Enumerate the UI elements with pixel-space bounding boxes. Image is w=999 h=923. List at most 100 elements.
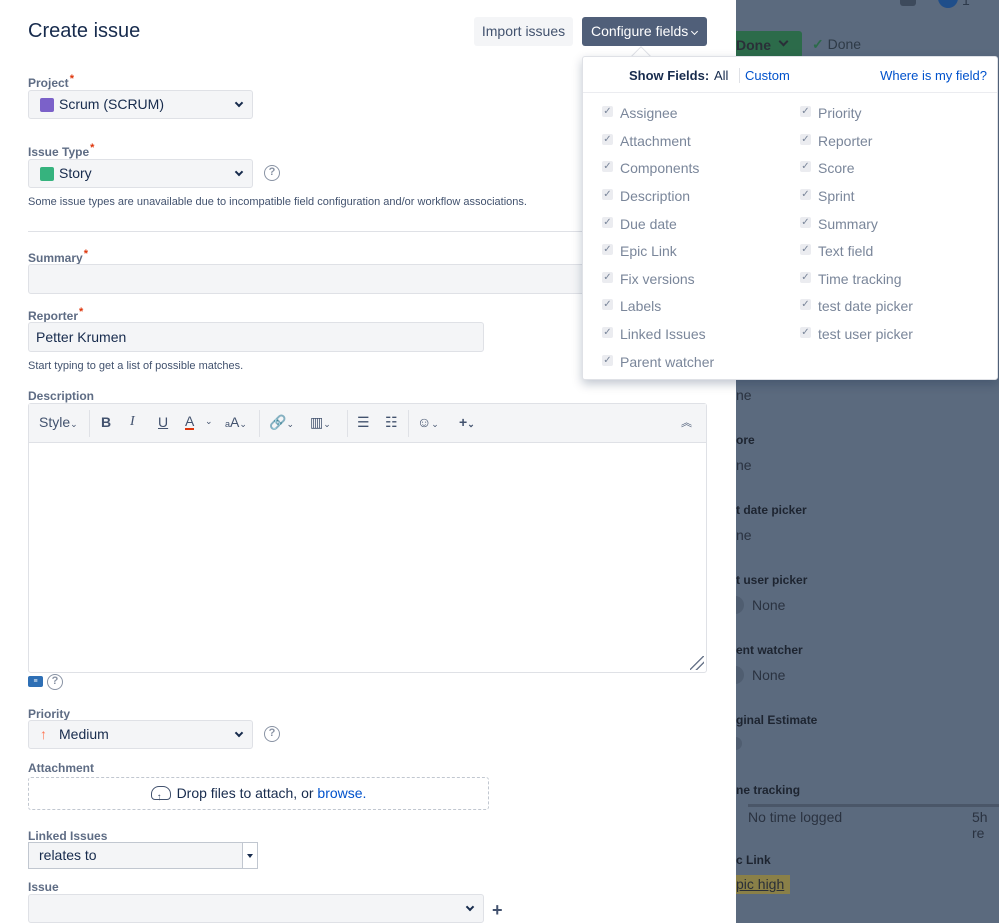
bold-icon[interactable]: B: [101, 414, 111, 430]
underline-icon[interactable]: U: [158, 414, 168, 430]
chevron-down-icon[interactable]: ⌄: [205, 416, 213, 427]
field-option-epic-link[interactable]: ✓ Epic Link: [602, 243, 677, 259]
project-label: Project*: [28, 73, 74, 90]
help-icon[interactable]: ?: [264, 726, 280, 742]
checkbox-checked-icon: ✓: [602, 217, 613, 228]
show-custom-link[interactable]: Custom: [739, 68, 790, 83]
checkbox-checked-icon: ✓: [800, 299, 811, 310]
reporter-label: Reporter*: [28, 306, 84, 323]
field-option-due-date[interactable]: ✓ Due date: [602, 216, 677, 232]
description-label: Description: [28, 389, 95, 403]
emoji-icon[interactable]: ☺⌄: [417, 414, 439, 430]
show-fields-label: Show Fields:: [629, 68, 710, 83]
resize-handle-icon[interactable]: [690, 656, 704, 670]
attachment-icon[interactable]: ▥⌄: [310, 414, 331, 431]
priority-select[interactable]: ↑ Medium: [28, 720, 253, 749]
add-issue-icon[interactable]: +: [492, 900, 503, 921]
link-type-select[interactable]: relates to: [28, 842, 258, 869]
field-option-time-tracking[interactable]: ✓ Time tracking: [800, 271, 902, 287]
checkbox-checked-icon: ✓: [800, 217, 811, 228]
dropdown-arrow-icon[interactable]: [242, 843, 257, 868]
show-all-option[interactable]: All: [714, 68, 728, 83]
link-icon[interactable]: 🔗⌄: [269, 414, 294, 431]
configure-fields-popup: Show Fields: All Custom Where is my fiel…: [582, 56, 998, 380]
checkbox-checked-icon: ✓: [602, 244, 613, 255]
insert-more-icon[interactable]: +⌄: [459, 414, 475, 430]
chevron-down-icon: [234, 728, 244, 738]
reporter-input[interactable]: Petter Krumen: [28, 322, 484, 352]
field-option-linked-issues[interactable]: ✓ Linked Issues: [602, 326, 706, 342]
notification-count: 1: [962, 0, 970, 8]
reporter-hint: Start typing to get a list of possible m…: [28, 360, 244, 372]
bg-field-label: ne tracking: [736, 783, 801, 797]
checkbox-checked-icon: ✓: [800, 189, 811, 200]
wiki-markup-icon[interactable]: ≡: [28, 676, 43, 687]
field-option-text-field[interactable]: ✓ Text field: [800, 243, 873, 259]
checkbox-checked-icon: ✓: [800, 244, 811, 255]
field-option-labels[interactable]: ✓ Labels: [602, 298, 661, 314]
checkbox-checked-icon: ✓: [602, 189, 613, 200]
field-option-reporter[interactable]: ✓ Reporter: [800, 133, 872, 149]
italic-icon[interactable]: I: [130, 414, 135, 430]
bg-field-label: t date picker: [736, 503, 807, 517]
issue-type-select[interactable]: Story: [28, 159, 253, 188]
upload-cloud-icon: [150, 782, 171, 813]
toolbar-separator: [259, 410, 260, 437]
help-icon[interactable]: ?: [47, 674, 63, 690]
checkbox-checked-icon: ✓: [602, 327, 613, 338]
bg-field-label: ore: [736, 433, 755, 447]
priority-value: Medium: [59, 726, 109, 742]
issue-select[interactable]: [28, 894, 484, 923]
configure-fields-button[interactable]: Configure fields: [582, 17, 707, 46]
browse-link[interactable]: browse.: [317, 785, 366, 801]
field-option-score[interactable]: ✓ Score: [800, 160, 855, 176]
field-option-components[interactable]: ✓ Components: [602, 160, 699, 176]
issue-type-label: Issue Type*: [28, 142, 95, 159]
linked-issues-label: Linked Issues: [28, 829, 108, 843]
text-color-icon[interactable]: A: [185, 414, 195, 430]
field-option-test-user-picker[interactable]: ✓ test user picker: [800, 326, 913, 342]
checkbox-checked-icon: ✓: [800, 161, 811, 172]
notification-bell-icon: [900, 0, 916, 6]
field-option-test-date-picker[interactable]: ✓ test date picker: [800, 298, 913, 314]
priority-label: Priority: [28, 707, 71, 721]
field-option-summary[interactable]: ✓ Summary: [800, 216, 878, 232]
bg-field-value: None: [752, 597, 786, 613]
summary-input[interactable]: [28, 264, 588, 294]
issue-type-value: Story: [59, 165, 92, 181]
bg-field-value: ne: [736, 457, 752, 473]
field-option-description[interactable]: ✓ Description: [602, 188, 690, 204]
divider: [583, 92, 997, 93]
numbered-list-icon[interactable]: ☷: [385, 414, 398, 431]
field-option-priority[interactable]: ✓ Priority: [800, 105, 862, 121]
text-effects-icon[interactable]: aA⌄: [225, 414, 247, 430]
description-editor[interactable]: Style⌄ B I U A ⌄ aA⌄ 🔗⌄ ▥⌄ ☰ ☷ ☺⌄ +⌄ ︽: [28, 403, 707, 673]
field-option-parent-watcher[interactable]: ✓ Parent watcher: [602, 354, 714, 370]
import-issues-button[interactable]: Import issues: [474, 17, 573, 46]
required-indicator: *: [69, 73, 74, 85]
checkbox-checked-icon: ✓: [602, 134, 613, 145]
field-option-fix-versions[interactable]: ✓ Fix versions: [602, 271, 695, 287]
field-option-attachment[interactable]: ✓ Attachment: [602, 133, 691, 149]
issue-label: Issue: [28, 880, 59, 894]
checkbox-checked-icon: ✓: [800, 272, 811, 283]
required-indicator: *: [79, 306, 84, 318]
collapse-toolbar-icon[interactable]: ︽: [681, 414, 692, 430]
done-status: Done: [812, 36, 861, 53]
done-button: Done: [736, 31, 802, 58]
field-option-assignee[interactable]: ✓ Assignee: [602, 105, 678, 121]
dropzone-text: Drop files to attach, or: [176, 785, 314, 801]
help-icon[interactable]: ?: [264, 165, 280, 181]
attachment-dropzone[interactable]: Drop files to attach, or browse.: [28, 777, 489, 813]
bullet-list-icon[interactable]: ☰: [357, 414, 370, 431]
where-is-my-field-link[interactable]: Where is my field?: [880, 68, 987, 83]
project-avatar-icon: [40, 98, 54, 112]
style-dropdown[interactable]: Style⌄: [39, 414, 78, 430]
field-option-sprint[interactable]: ✓ Sprint: [800, 188, 855, 204]
checkbox-checked-icon: ✓: [602, 106, 613, 117]
checkbox-checked-icon: ✓: [800, 106, 811, 117]
project-select[interactable]: Scrum (SCRUM): [28, 90, 253, 119]
bg-field-value: None: [752, 667, 786, 683]
time-tracking-bar: [748, 804, 999, 807]
bg-field-extra: 5h re: [972, 809, 988, 841]
